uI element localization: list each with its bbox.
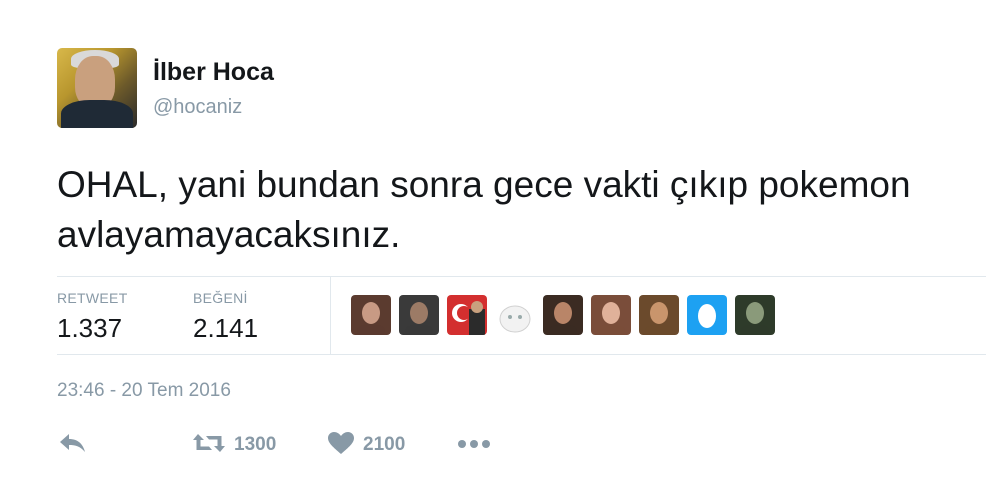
- retweet-stat-label: RETWEET: [57, 290, 128, 306]
- more-dots-icon: [457, 436, 491, 454]
- like-stat-label: BEĞENİ: [193, 290, 248, 306]
- divider: [57, 354, 986, 355]
- retweet-icon: [192, 432, 226, 459]
- user-avatar[interactable]: [57, 48, 137, 128]
- liker-avatar[interactable]: [735, 295, 775, 335]
- like-count: 2100: [363, 434, 406, 455]
- reply-button[interactable]: [58, 430, 88, 460]
- liker-avatar[interactable]: [495, 295, 535, 335]
- retweet-stat-value[interactable]: 1.337: [57, 313, 122, 344]
- tweet-text: OHAL, yani bundan sonra gece vakti çıkıp…: [57, 164, 911, 255]
- liker-avatar[interactable]: [399, 295, 439, 335]
- like-stat-value[interactable]: 2.141: [193, 313, 258, 344]
- reply-icon: [58, 432, 88, 459]
- liker-avatar[interactable]: [687, 295, 727, 335]
- heart-icon: [327, 431, 355, 460]
- user-display-name[interactable]: İlber Hoca: [153, 58, 274, 87]
- liker-avatar[interactable]: [351, 295, 391, 335]
- retweet-button[interactable]: 1300: [192, 430, 276, 460]
- liker-avatar[interactable]: [447, 295, 487, 335]
- liker-avatar[interactable]: [591, 295, 631, 335]
- user-handle[interactable]: @hocaniz: [153, 96, 242, 119]
- liker-avatar[interactable]: [639, 295, 679, 335]
- more-options-button[interactable]: [457, 430, 491, 460]
- divider: [57, 276, 986, 277]
- divider: [330, 277, 331, 354]
- tweet-timestamp[interactable]: 23:46 - 20 Tem 2016: [57, 380, 231, 402]
- liker-avatar[interactable]: [543, 295, 583, 335]
- like-button[interactable]: 2100: [327, 430, 405, 460]
- retweet-count: 1300: [234, 434, 277, 455]
